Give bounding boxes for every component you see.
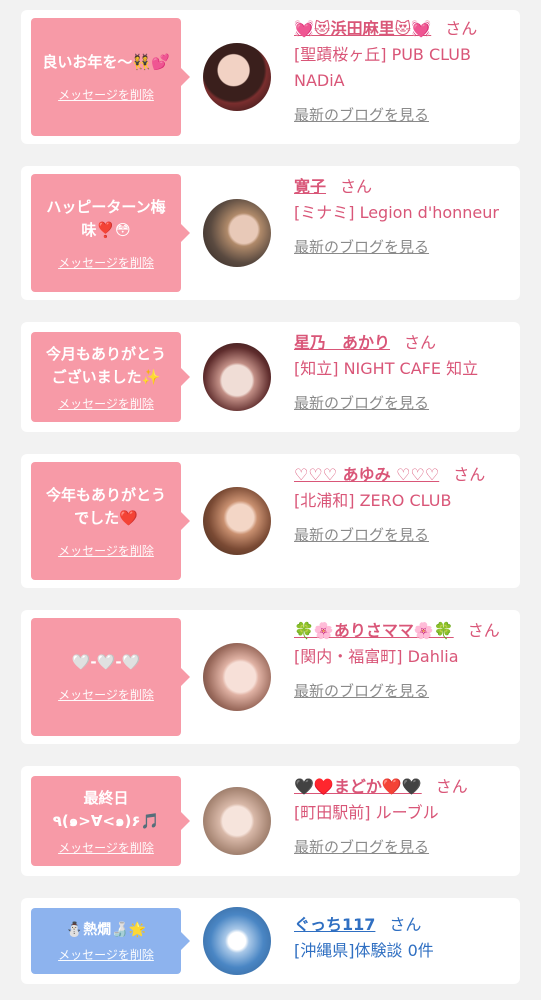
shop-name: [沖縄県]体験談 0件 — [294, 941, 434, 960]
message-text: 🤍-🤍-🤍 — [71, 653, 141, 671]
cast-name-link[interactable]: 🍀🌸ありさママ🌸🍀 — [294, 621, 454, 640]
message-text: 今月もありがとうございました✨ — [45, 344, 166, 386]
delete-message-link[interactable]: メッセージを削除 — [58, 686, 154, 703]
message-text: ハッピーターン梅味❣️😳 — [46, 197, 166, 239]
delete-message-link[interactable]: メッセージを削除 — [58, 86, 154, 103]
shop-name: [知立] NIGHT CAFE 知立 — [294, 359, 479, 378]
honorific: さん — [445, 19, 478, 38]
avatar[interactable] — [203, 643, 271, 711]
message-bubble: 良いお年を〜👯💕 メッセージを削除 — [31, 18, 190, 136]
message-bubble: 今年もありがとうでした❤️ メッセージを削除 — [31, 462, 190, 580]
shop-name: [ミナミ] Legion d'honneur — [294, 203, 499, 222]
message-bubble: 🤍-🤍-🤍 メッセージを削除 — [31, 618, 190, 736]
message-bubble: 今月もありがとうございました✨ メッセージを削除 — [31, 332, 190, 422]
avatar[interactable] — [203, 199, 271, 267]
honorific: さん — [340, 177, 373, 196]
message-bubble: ⛄熱燗🍶🌟 メッセージを削除 — [31, 908, 190, 974]
message-list: 良いお年を〜👯💕 メッセージを削除 💓😻浜田麻里😻💓 さん [聖蹟桜ヶ丘] PUB… — [0, 0, 541, 1000]
latest-blog-link[interactable]: 最新のブログを見る — [294, 834, 514, 860]
message-card: 最終日٩(๑>∀<๑)۶🎵 メッセージを削除 🖤♥️まどか❤️🖤 さん [町田駅前… — [21, 766, 520, 876]
delete-message-link[interactable]: メッセージを削除 — [58, 946, 154, 963]
message-card: 今月もありがとうございました✨ メッセージを削除 星乃 あかり さん [知立] N… — [21, 322, 520, 432]
shop-name: [町田駅前] ルーブル — [294, 803, 439, 822]
message-card: 良いお年を〜👯💕 メッセージを削除 💓😻浜田麻里😻💓 さん [聖蹟桜ヶ丘] PUB… — [21, 10, 520, 144]
message-card: 🤍-🤍-🤍 メッセージを削除 🍀🌸ありさママ🌸🍀 さん [関内・福富町] Dahl… — [21, 610, 520, 744]
delete-message-link[interactable]: メッセージを削除 — [58, 254, 154, 271]
avatar[interactable] — [203, 43, 271, 111]
avatar[interactable] — [203, 787, 271, 855]
shop-name: [関内・福富町] Dahlia — [294, 647, 459, 666]
shop-name: [北浦和] ZERO CLUB — [294, 491, 452, 510]
latest-blog-link[interactable]: 最新のブログを見る — [294, 102, 514, 128]
message-text: ⛄熱燗🍶🌟 — [65, 922, 147, 938]
message-card: 今年もありがとうでした❤️ メッセージを削除 ♡♡♡ あゆみ ♡♡♡ さん [北浦… — [21, 454, 520, 588]
honorific: さん — [435, 777, 468, 796]
cast-name-link[interactable]: ♡♡♡ あゆみ ♡♡♡ — [294, 465, 439, 484]
latest-blog-link[interactable]: 最新のブログを見る — [294, 234, 514, 260]
shop-name: [聖蹟桜ヶ丘] PUB CLUB NADiA — [294, 45, 471, 90]
latest-blog-link[interactable]: 最新のブログを見る — [294, 678, 514, 704]
honorific: さん — [453, 465, 486, 484]
latest-blog-link[interactable]: 最新のブログを見る — [294, 522, 514, 548]
message-bubble: ハッピーターン梅味❣️😳 メッセージを削除 — [31, 174, 190, 292]
avatar[interactable] — [203, 487, 271, 555]
avatar[interactable] — [203, 907, 271, 975]
message-text: 良いお年を〜👯💕 — [42, 53, 170, 71]
cast-name-link[interactable]: ぐっち117 — [294, 915, 375, 934]
message-text: 最終日٩(๑>∀<๑)۶🎵 — [52, 788, 160, 830]
honorific: さん — [404, 333, 437, 352]
honorific: さん — [389, 915, 422, 934]
cast-name-link[interactable]: 💓😻浜田麻里😻💓 — [294, 19, 431, 38]
message-card: ハッピーターン梅味❣️😳 メッセージを削除 寛子 さん [ミナミ] Legion … — [21, 166, 520, 300]
avatar[interactable] — [203, 343, 271, 411]
cast-name-link[interactable]: 寛子 — [294, 177, 326, 196]
message-text: 今年もありがとうでした❤️ — [45, 485, 166, 527]
delete-message-link[interactable]: メッセージを削除 — [58, 839, 154, 856]
latest-blog-link[interactable]: 最新のブログを見る — [294, 390, 514, 416]
honorific: さん — [467, 621, 500, 640]
message-card: ⛄熱燗🍶🌟 メッセージを削除 ぐっち117 さん [沖縄県]体験談 0件 — [21, 898, 520, 984]
delete-message-link[interactable]: メッセージを削除 — [58, 542, 154, 559]
message-bubble: 最終日٩(๑>∀<๑)۶🎵 メッセージを削除 — [31, 776, 190, 866]
cast-name-link[interactable]: 星乃 あかり — [294, 333, 390, 352]
cast-name-link[interactable]: 🖤♥️まどか❤️🖤 — [294, 777, 422, 796]
delete-message-link[interactable]: メッセージを削除 — [58, 395, 154, 412]
